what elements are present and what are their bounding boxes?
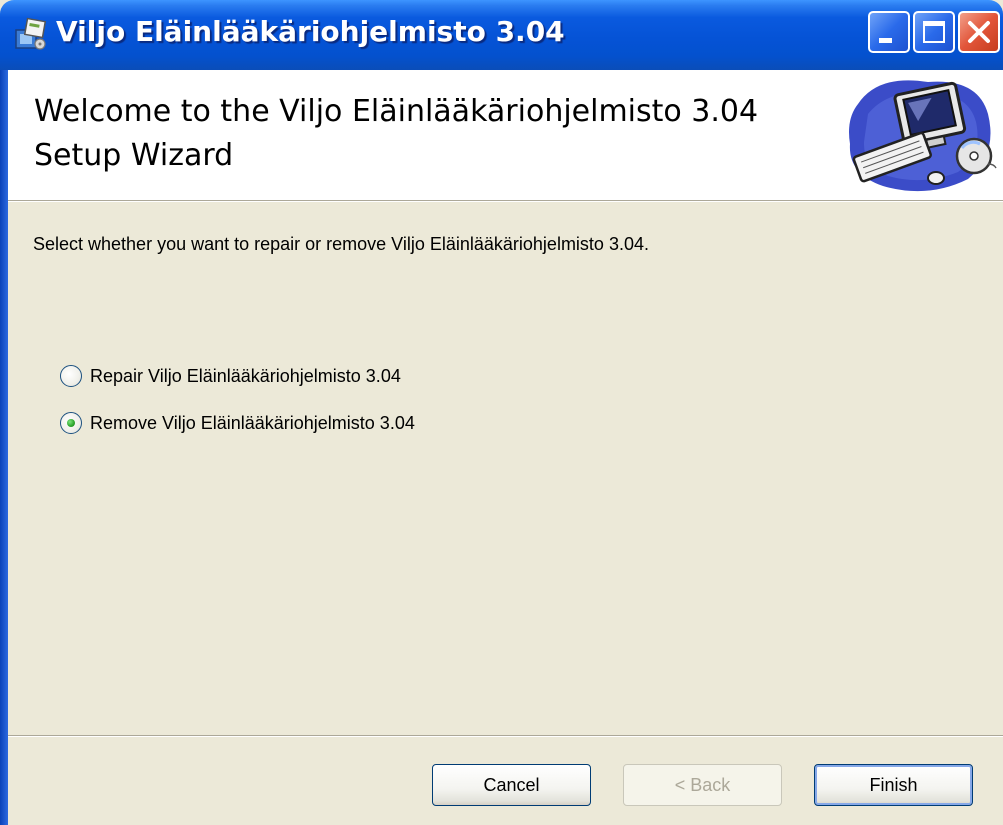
repair-option-label[interactable]: Repair Viljo Eläinlääkäriohjelmisto 3.04 — [90, 366, 401, 387]
repair-option[interactable]: Repair Viljo Eläinlääkäriohjelmisto 3.04 — [60, 363, 401, 389]
remove-option[interactable]: Remove Viljo Eläinlääkäriohjelmisto 3.04 — [60, 410, 415, 436]
wizard-banner: Welcome to the Viljo Eläinlääkäriohjelmi… — [8, 70, 1003, 200]
title-bar[interactable]: Viljo Eläinlääkäriohjelmisto 3.04 — [0, 0, 1003, 70]
window-frame-left — [0, 70, 8, 825]
instruction-text: Select whether you want to repair or rem… — [33, 234, 649, 254]
maximize-button[interactable] — [913, 11, 955, 53]
banner-divider — [8, 200, 1003, 202]
remove-option-label[interactable]: Remove Viljo Eläinlääkäriohjelmisto 3.04 — [90, 413, 415, 434]
banner-heading: Welcome to the Viljo Eläinlääkäriohjelmi… — [34, 94, 759, 173]
window-title: Viljo Eläinlääkäriohjelmisto 3.04 — [56, 15, 565, 48]
installer-icon — [15, 17, 47, 50]
minimize-icon — [879, 38, 892, 43]
minimize-button[interactable] — [868, 11, 910, 53]
remove-radio[interactable] — [60, 412, 82, 434]
setup-wizard-window: Viljo Eläinlääkäriohjelmisto 3.04 Welcom… — [0, 0, 1003, 825]
finish-button[interactable]: Finish — [814, 764, 973, 806]
cancel-button[interactable]: Cancel — [432, 764, 591, 806]
maximize-icon — [923, 21, 945, 43]
repair-radio[interactable] — [60, 365, 82, 387]
close-icon — [968, 21, 990, 43]
footer-divider — [8, 735, 1003, 737]
back-button[interactable]: < Back — [623, 764, 782, 806]
computer-cd-icon — [849, 80, 997, 192]
close-button[interactable] — [958, 11, 1000, 53]
